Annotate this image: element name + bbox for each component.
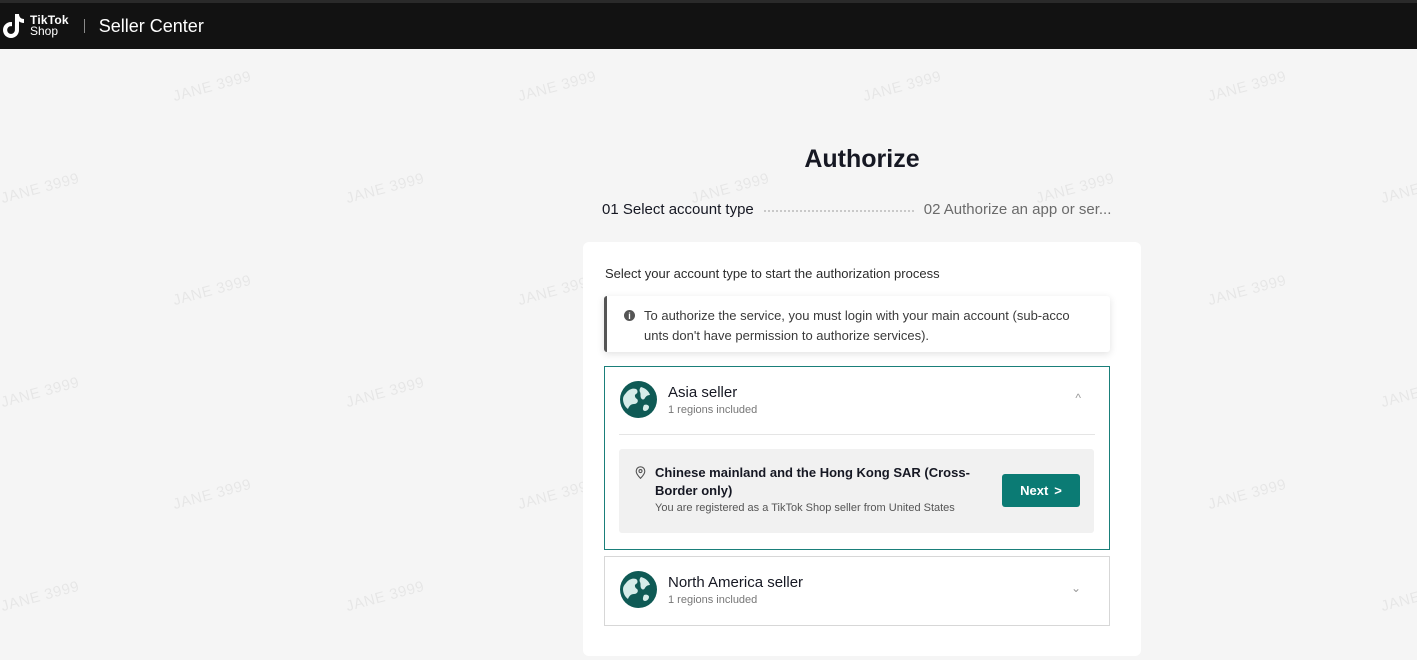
- page-title: Authorize: [804, 145, 920, 173]
- main-account-notice: i To authorize the service, you must log…: [604, 296, 1110, 352]
- watermark: JANE 3999: [861, 67, 944, 106]
- notice-text: To authorize the service, you must login…: [644, 306, 1070, 352]
- watermark: JANE 3999: [344, 373, 427, 412]
- watermark: JANE 3999: [1206, 271, 1289, 310]
- step-2-authorize-app: 02 Authorize an app or ser...: [923, 201, 1112, 218]
- watermark: JANE 3999: [1206, 67, 1289, 106]
- region-name: North America seller: [668, 573, 804, 591]
- header-divider: [83, 19, 85, 33]
- region-option-cn-hk: Chinese mainland and the Hong Kong SAR (…: [619, 449, 1094, 533]
- top-navigation-bar: TikTok Shop Seller Center: [0, 0, 1417, 49]
- region-count: 1 regions included: [668, 403, 758, 416]
- step-1-select-account-type: 01 Select account type: [602, 201, 754, 218]
- location-pin-icon: [635, 466, 646, 479]
- region-name: Asia seller: [668, 383, 738, 401]
- next-button-label: Next: [1020, 483, 1049, 498]
- chevron-right-icon: >: [1054, 483, 1062, 498]
- watermark: JANE 3999: [171, 271, 254, 310]
- watermark: JANE 3999: [171, 67, 254, 106]
- watermark: JANE 3999: [0, 169, 82, 208]
- chevron-down-icon[interactable]: ⌄: [1071, 581, 1081, 595]
- account-type-card: Select your account type to start the au…: [583, 242, 1141, 656]
- notice-line-2: unts don't have permission to authorize …: [644, 328, 930, 343]
- watermark: JANE 3999: [344, 169, 427, 208]
- watermark: JANE 3999: [0, 373, 82, 412]
- region-divider: [619, 434, 1095, 435]
- chevron-up-icon[interactable]: ^: [1075, 391, 1081, 405]
- region-north-america-seller[interactable]: North America seller 1 regions included …: [604, 556, 1110, 626]
- region-asia-seller[interactable]: Asia seller 1 regions included ^ Chinese…: [604, 366, 1110, 550]
- region-option-description: You are registered as a TikTok Shop sell…: [655, 502, 955, 514]
- card-intro-text: Select your account type to start the au…: [605, 266, 940, 281]
- watermark: JANE 3999: [0, 577, 82, 616]
- tiktok-logo-icon: [3, 14, 24, 38]
- region-count: 1 regions included: [668, 593, 758, 606]
- watermark: JANE 3999: [516, 67, 599, 106]
- globe-icon: [620, 381, 657, 418]
- watermark: JANE 3999: [1379, 578, 1417, 616]
- region-option-title: Chinese mainland and the Hong Kong SAR (…: [655, 465, 970, 498]
- info-icon: i: [624, 310, 635, 321]
- app-title: Seller Center: [98, 15, 204, 36]
- step-indicator: 01 Select account type 02 Authorize an a…: [602, 201, 1142, 218]
- next-button[interactable]: Next >: [1002, 474, 1080, 507]
- watermark: JANE 3999: [344, 577, 427, 616]
- watermark: JANE 3999: [1379, 170, 1417, 208]
- tiktok-shop-logo[interactable]: TikTok Shop: [2, 11, 69, 41]
- notice-line-1: To authorize the service, you must login…: [644, 308, 1070, 323]
- region-north-america-seller-header[interactable]: North America seller 1 regions included: [620, 571, 803, 608]
- watermark: JANE 3999: [171, 475, 254, 514]
- watermark: JANE 3999: [1379, 374, 1417, 412]
- step-connector: [763, 209, 914, 212]
- watermark: JANE 3999: [1206, 475, 1289, 514]
- region-asia-seller-header[interactable]: Asia seller 1 regions included: [620, 381, 757, 418]
- globe-icon: [620, 571, 657, 608]
- logo-line-2: Shop: [30, 24, 59, 38]
